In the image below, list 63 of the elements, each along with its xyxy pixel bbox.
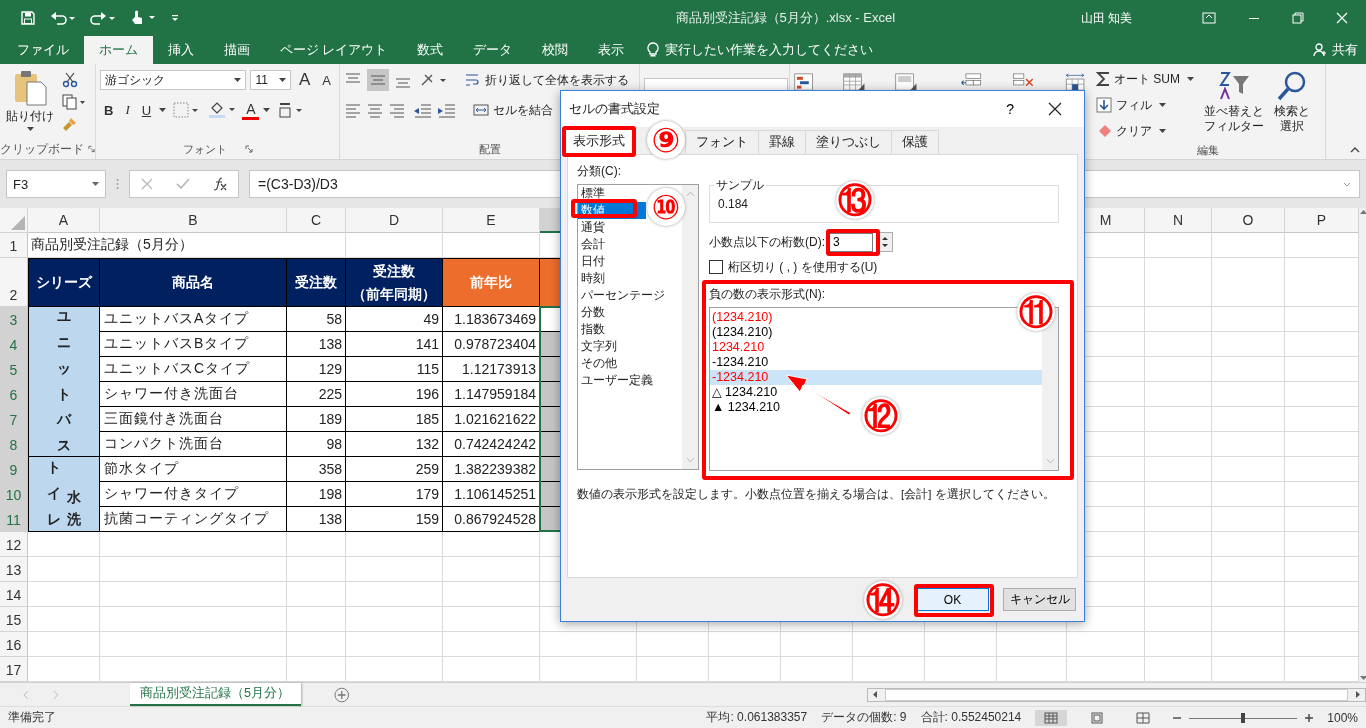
table-cell: 189 (287, 407, 346, 432)
group-label: クリップボード (0, 141, 84, 157)
table-cell: 0.978723404 (443, 332, 540, 357)
category-label: 分類(C): (577, 163, 622, 180)
table-cell: 179 (346, 482, 443, 507)
status-text: 準備完了 (8, 709, 56, 726)
checkbox-label: 桁区切り ( , ) を使用する(U) (728, 258, 878, 276)
table-cell: 1.12173913 (443, 357, 540, 382)
table-cell: 1.183673469 (443, 307, 540, 332)
series-label: トイレ (47, 458, 61, 529)
table-cell: 0.867924528 (443, 507, 540, 532)
table-cell: 1.021621622 (443, 407, 540, 432)
table-cell: 185 (346, 407, 443, 432)
group-label: フォント (182, 141, 227, 157)
header-cell: 前年比 (443, 258, 540, 307)
table-cell: 358 (287, 457, 346, 482)
group-label: 配置 (478, 141, 501, 157)
table-cell: 138 (287, 332, 346, 357)
table-cell: 129 (287, 357, 346, 382)
table-cell: 58 (287, 307, 346, 332)
status-sum: 合計: 0.552450214 (920, 709, 1022, 726)
table-cell: ユニットバスCタイプ (100, 357, 287, 382)
header-cell: シリーズ (28, 258, 100, 307)
status-average: 平均: 0.061383357 (706, 709, 808, 726)
table-cell: 141 (346, 332, 443, 357)
table-cell: シャワー付き洗面台 (100, 382, 287, 407)
sheet-title: 商品別受注記録（5月分） (31, 236, 193, 254)
sample-label: サンプル (714, 177, 766, 194)
table-cell: 198 (287, 482, 346, 507)
group-label: 編集 (1196, 143, 1219, 158)
header-cell: 受注数 （前年同期） (346, 258, 443, 307)
sample-value: 0.184 (718, 197, 749, 211)
table-cell: 節水タイプ (100, 457, 287, 482)
table-cell: 49 (346, 307, 443, 332)
table-cell: コンパクト洗面台 (100, 432, 287, 457)
series-label: ユニットバス (57, 307, 71, 456)
table-cell: 225 (287, 382, 346, 407)
decimal-places-label: 小数点以下の桁数(D): (709, 233, 825, 251)
table-cell: 196 (346, 382, 443, 407)
table-cell: 0.742424242 (443, 432, 540, 457)
header-cell: 受注数 (287, 258, 346, 307)
table-cell: 1.106145251 (443, 482, 540, 507)
table-cell: ユニットバスAタイプ (100, 307, 287, 332)
window-title: 商品別受注記録（5月分）.xlsx - Excel (674, 9, 897, 27)
table-cell: 98 (287, 432, 346, 457)
table-cell: 三面鏡付き洗面台 (100, 407, 287, 432)
status-count: データの個数: 9 (821, 709, 907, 726)
table-cell: シャワー付きタイプ (100, 482, 287, 507)
table-cell: 1.382239382 (443, 457, 540, 482)
table-cell: 1.147959184 (443, 382, 540, 407)
negative-format-label: 負の数の表示形式(N): (709, 286, 826, 302)
table-cell: 159 (346, 507, 443, 532)
table-cell: 138 (287, 507, 346, 532)
format-text: -1234.210 (712, 370, 769, 384)
series-label: 水洗 (67, 487, 81, 529)
table-cell: 抗菌コーティングタイプ (100, 507, 287, 532)
table-cell: 132 (346, 432, 443, 457)
description-text: 数値の表示形式を設定します。小数点位置を揃える場合は、[会計] を選択してください。 (577, 487, 1056, 502)
dialog-title: セルの書式設定 (569, 100, 660, 118)
table-cell: ユニットバスBタイプ (100, 332, 287, 357)
table-cell: 259 (346, 457, 443, 482)
table-cell: 115 (346, 357, 443, 382)
header-cell: 商品名 (100, 258, 287, 307)
